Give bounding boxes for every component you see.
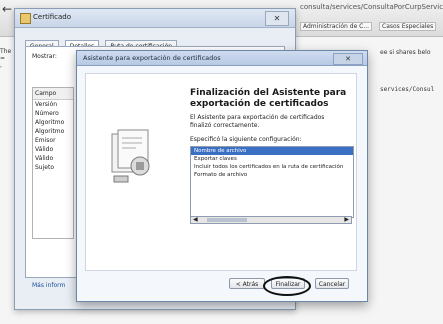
horizontal-scrollbar[interactable]: ◀ ▶ <box>190 216 352 224</box>
list-item[interactable]: Formato de archivo <box>191 171 353 179</box>
export-wizard-dialog: Asistente para exportación de certificad… <box>76 50 368 302</box>
back-arrow-icon[interactable]: ← <box>2 2 12 16</box>
scroll-right-icon[interactable]: ▶ <box>344 216 349 223</box>
more-info-link[interactable]: Más inform <box>32 282 65 289</box>
certificate-tabs: General Detalles Ruta de certificación <box>25 33 178 52</box>
list-item[interactable]: Emisor <box>33 136 73 145</box>
certificate-export-icon <box>111 129 150 183</box>
address-bar[interactable]: consulta/services/ConsultaPorCurpServic <box>300 3 443 15</box>
list-item[interactable]: Sujeto <box>33 163 73 172</box>
field-list[interactable]: Campo Versión Número Algoritmo Algoritmo… <box>32 87 74 239</box>
certificate-titlebar: Certificado ✕ <box>15 9 295 28</box>
wizard-description: El Asistente para exportación de certifi… <box>190 114 325 129</box>
list-item[interactable]: Algoritmo <box>33 127 73 136</box>
list-item[interactable]: Versión <box>33 100 73 109</box>
wizard-titlebar: Asistente para exportación de certificad… <box>77 51 367 66</box>
wizard-title: Asistente para exportación de certificad… <box>83 54 221 62</box>
bookmarks-bar: Administración de C... Casos Especiales <box>300 22 441 31</box>
close-icon[interactable]: ✕ <box>333 53 363 65</box>
finish-highlight-circle <box>263 276 311 296</box>
configuration-list[interactable]: Nombre de archivo Exportar claves Inclui… <box>190 146 354 218</box>
field-column-header[interactable]: Campo <box>33 88 73 100</box>
list-item[interactable]: Incluir todos los certificados en la rut… <box>191 163 353 171</box>
scroll-left-icon[interactable]: ◀ <box>193 216 198 223</box>
scrollbar-thumb[interactable] <box>207 218 247 222</box>
page-left-text: The = , <box>0 48 11 69</box>
page-url-text: services/Consul <box>380 86 435 93</box>
list-item[interactable]: Nombre de archivo <box>191 147 353 155</box>
show-label: Mostrar: <box>32 53 57 60</box>
cancel-button[interactable]: Cancelar <box>315 278 349 289</box>
page-text: ee si shares belo <box>380 49 431 56</box>
bookmark-item[interactable]: Administración de C... <box>300 22 373 31</box>
list-item[interactable]: Válido <box>33 154 73 163</box>
list-item[interactable]: Número <box>33 109 73 118</box>
wizard-content: Finalización del Asistente para exportac… <box>85 73 357 271</box>
page-left-line: = <box>0 55 6 62</box>
bookmark-item[interactable]: Casos Especiales <box>379 22 437 31</box>
wizard-button-bar: < Atrás Finalizar Cancelar <box>77 273 367 297</box>
page-left-line: The <box>0 48 12 55</box>
list-item[interactable]: Algoritmo <box>33 118 73 127</box>
configuration-label: Especificó la siguiente configuración: <box>190 136 302 143</box>
wizard-heading: Finalización del Asistente para exportac… <box>190 88 347 109</box>
close-icon[interactable]: ✕ <box>265 11 289 26</box>
page-left-line: , <box>0 62 2 69</box>
back-button[interactable]: < Atrás <box>229 278 265 289</box>
certificate-title: Certificado <box>33 13 72 21</box>
certificate-icon <box>20 13 31 24</box>
list-item[interactable]: Exportar claves <box>191 155 353 163</box>
list-item[interactable]: Válido <box>33 145 73 154</box>
